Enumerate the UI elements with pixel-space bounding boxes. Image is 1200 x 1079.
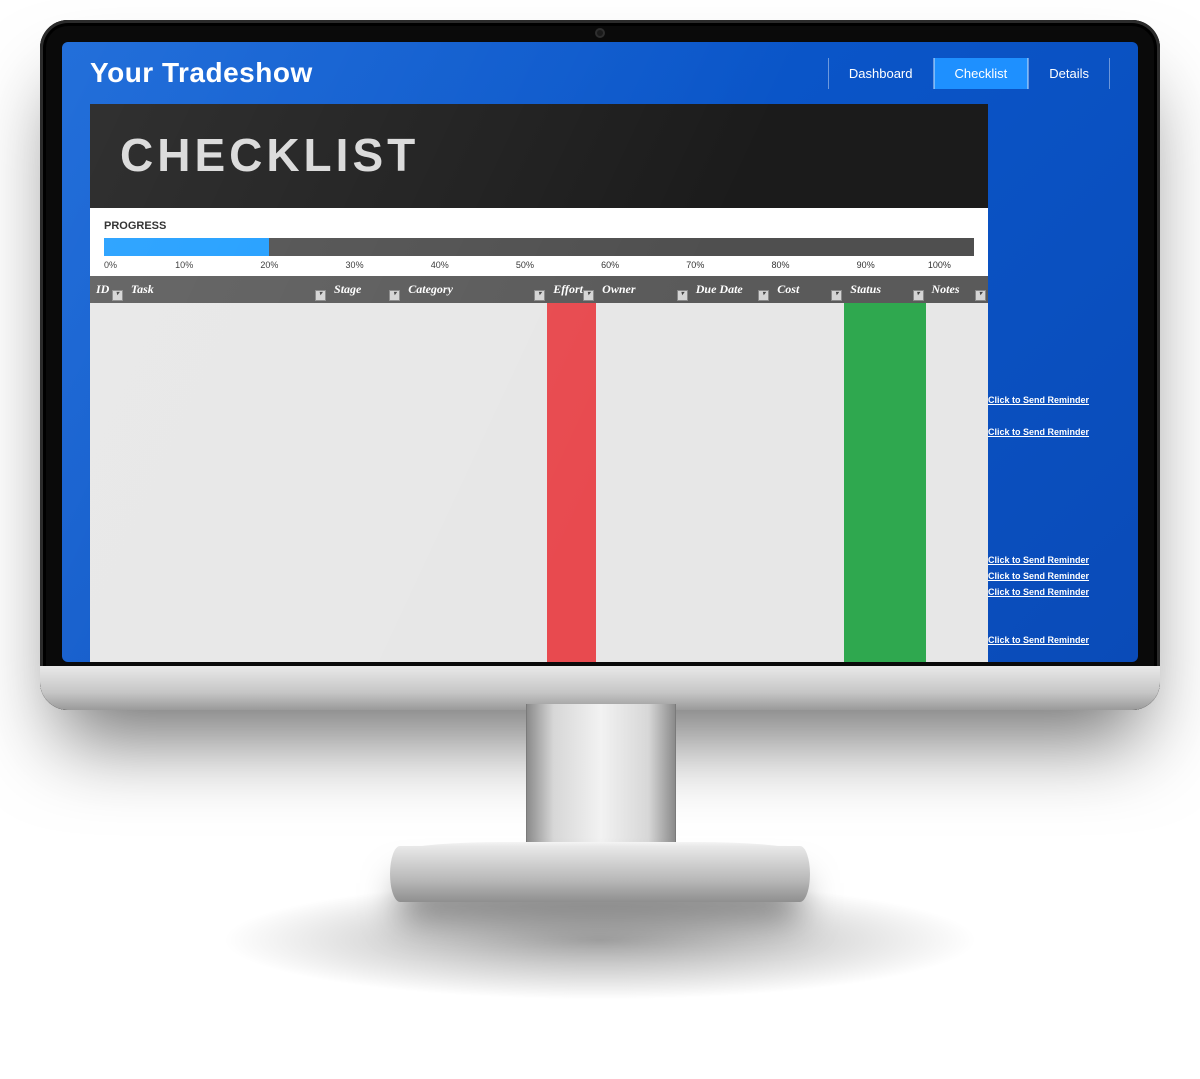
camera-dot: [597, 30, 603, 36]
filter-dropdown-icon[interactable]: ▾: [315, 290, 326, 301]
filter-dropdown-icon[interactable]: ▾: [583, 290, 594, 301]
col-due-date[interactable]: Due Date▾: [690, 276, 772, 303]
col-task[interactable]: Task▾: [125, 276, 328, 303]
tab-dashboard[interactable]: Dashboard: [828, 58, 934, 89]
filter-dropdown-icon[interactable]: ▾: [975, 290, 986, 301]
filter-dropdown-icon[interactable]: ▾: [913, 290, 924, 301]
tick: 40%: [431, 260, 449, 270]
col-stage[interactable]: Stage▾: [328, 276, 402, 303]
monitor-frame: Your Tradeshow DashboardChecklistDetails…: [40, 20, 1160, 710]
page-title: CHECKLIST: [120, 128, 958, 182]
progress-label: PROGRESS: [104, 220, 974, 232]
reminder-slot: [988, 600, 1138, 616]
monitor-neck: [526, 704, 676, 854]
send-reminder-link[interactable]: Click to Send Reminder: [988, 427, 1089, 437]
col-effort[interactable]: Effort▾: [547, 276, 596, 303]
cell-task: Complete Pre-Show Evalutation: [125, 303, 328, 662]
filter-dropdown-icon[interactable]: ▾: [758, 290, 769, 301]
cell-notes: [926, 303, 989, 662]
reminder-slot: Click to Send Reminder: [988, 584, 1138, 600]
tick: 30%: [346, 260, 364, 270]
filter-dropdown-icon[interactable]: ▾: [677, 290, 688, 301]
send-reminder-link[interactable]: Click to Send Reminder: [988, 395, 1089, 405]
send-reminder-link[interactable]: Click to Send Reminder: [988, 635, 1089, 645]
cell-owner: New Guy: [596, 303, 690, 662]
cell-status: Completed: [844, 303, 925, 662]
reminder-slot: [988, 504, 1138, 520]
reminder-slot: [988, 408, 1138, 424]
checklist-table: ID▾Task▾Stage▾Category▾Effort▾Owner▾Due …: [90, 276, 988, 662]
tick: 90%: [857, 260, 875, 270]
brand-title: Your Tradeshow: [90, 57, 828, 89]
col-id[interactable]: ID▾: [90, 276, 125, 303]
cell-cat: Planning: [402, 303, 547, 662]
col-owner[interactable]: Owner▾: [596, 276, 690, 303]
send-reminder-link[interactable]: Click to Send Reminder: [988, 555, 1089, 565]
app-screen: Your Tradeshow DashboardChecklistDetails…: [62, 42, 1138, 662]
cell-stage: Planning: [328, 303, 402, 662]
tick: 50%: [516, 260, 534, 270]
send-reminder-link[interactable]: Click to Send Reminder: [988, 587, 1089, 597]
tick: 60%: [601, 260, 619, 270]
reminder-slot: Click to Send Reminder: [988, 424, 1138, 440]
filter-dropdown-icon[interactable]: ▾: [389, 290, 400, 301]
reminder-slot: [988, 328, 1138, 344]
reminder-slot: [988, 648, 1138, 662]
col-category[interactable]: Category▾: [402, 276, 547, 303]
reminder-slot: [988, 536, 1138, 552]
nav-tabs: DashboardChecklistDetails: [828, 58, 1110, 89]
tick: 100%: [928, 260, 951, 270]
tab-checklist[interactable]: Checklist: [934, 58, 1029, 89]
title-band: CHECKLIST: [90, 104, 988, 208]
tick: 80%: [771, 260, 789, 270]
tab-details[interactable]: Details: [1028, 58, 1110, 89]
reminder-slot: Click to Send Reminder: [988, 568, 1138, 584]
col-cost[interactable]: Cost▾: [771, 276, 844, 303]
reminder-slot: [988, 376, 1138, 392]
monitor-base: [390, 846, 810, 902]
reminder-slot: Click to Send Reminder: [988, 392, 1138, 408]
col-status[interactable]: Status▾: [844, 276, 925, 303]
filter-dropdown-icon[interactable]: ▾: [112, 290, 123, 301]
reminder-slot: [988, 360, 1138, 376]
reminder-slot: [988, 440, 1138, 456]
tick: 70%: [686, 260, 704, 270]
reminder-slot: Click to Send Reminder: [988, 552, 1138, 568]
cell-cost: [771, 303, 844, 662]
progress-fill: [104, 238, 269, 256]
progress-bar: [104, 238, 974, 256]
tick: 20%: [260, 260, 278, 270]
cell-due: 12/26/2012: [690, 303, 772, 662]
reminder-slot: [988, 472, 1138, 488]
tick: 10%: [175, 260, 193, 270]
filter-dropdown-icon[interactable]: ▾: [534, 290, 545, 301]
tick: 0%: [104, 260, 117, 270]
table-body: 1.1Complete Pre-Show EvalutationPlanning…: [90, 303, 988, 662]
progress-ticks: 0% 10% 20% 30% 40% 50% 60% 70% 80% 90% 100%: [104, 260, 974, 270]
reminder-slot: [988, 344, 1138, 360]
cell-effort: HIGH: [547, 303, 596, 662]
progress-section: PROGRESS 0% 10% 20% 30% 40% 50% 60% 70% 80% 90% 10…: [90, 208, 988, 276]
reminder-column: Click to Send Reminder Click to Send Remi…: [988, 104, 1138, 662]
filter-dropdown-icon[interactable]: ▾: [831, 290, 842, 301]
col-notes[interactable]: Notes▾: [926, 276, 989, 303]
table-row[interactable]: 1.1Complete Pre-Show EvalutationPlanning…: [90, 303, 988, 662]
cell-id: 1.1: [90, 303, 125, 662]
reminder-slot: [988, 456, 1138, 472]
table-header-row: ID▾Task▾Stage▾Category▾Effort▾Owner▾Due …: [90, 276, 988, 303]
reminder-slot: Click to Send Reminder: [988, 632, 1138, 648]
send-reminder-link[interactable]: Click to Send Reminder: [988, 571, 1089, 581]
reminder-slot: [988, 616, 1138, 632]
reminder-slot: [988, 488, 1138, 504]
reminder-slot: [988, 520, 1138, 536]
